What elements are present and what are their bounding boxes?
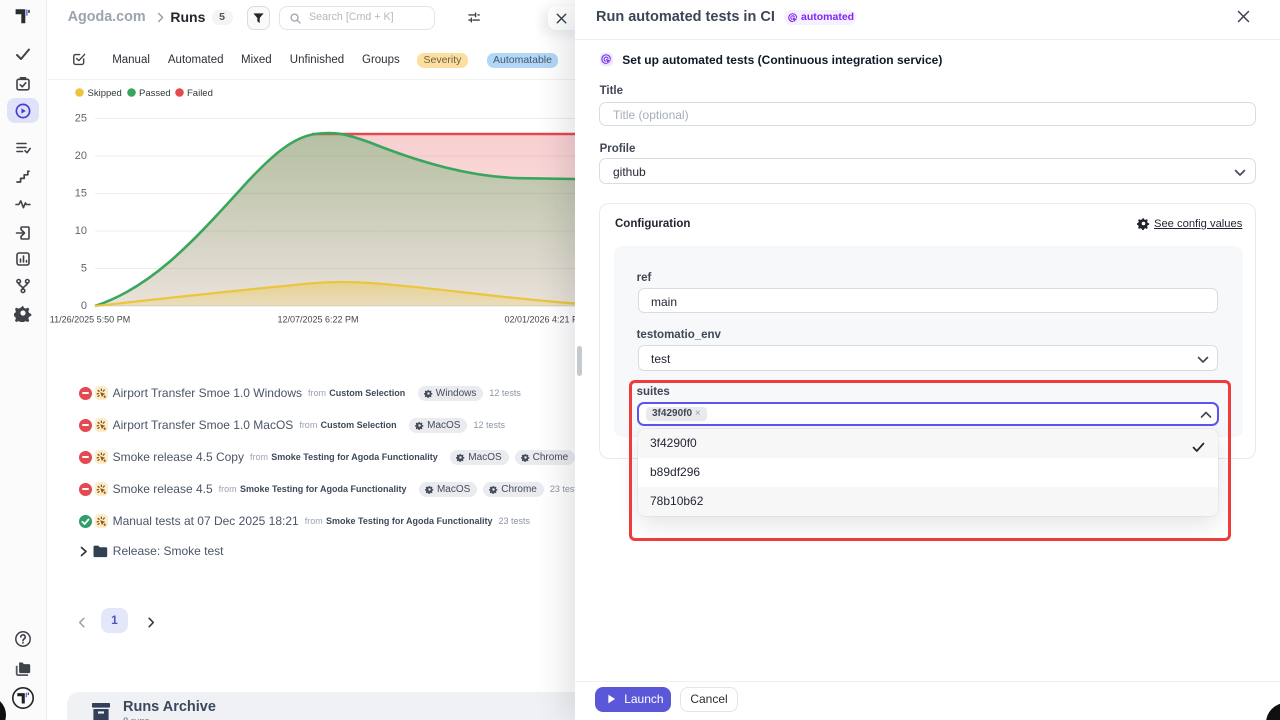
svg-text:Passed: Passed: [139, 88, 171, 99]
svg-text:5: 5: [81, 263, 87, 275]
svg-text:10: 10: [75, 225, 87, 237]
svg-text:02/01/2026 4:21 PM: 02/01/2026 4:21 PM: [504, 315, 575, 325]
svg-text:12/07/2025 6:22 PM: 12/07/2025 6:22 PM: [277, 315, 358, 325]
svg-text:Skipped: Skipped: [88, 88, 122, 99]
svg-text:25: 25: [75, 113, 87, 125]
svg-text:Failed: Failed: [187, 88, 213, 99]
svg-text:0: 0: [81, 300, 87, 312]
svg-text:20: 20: [75, 150, 87, 162]
svg-text:11/26/2025 5:50 PM: 11/26/2025 5:50 PM: [50, 315, 130, 325]
svg-text:15: 15: [75, 188, 87, 200]
